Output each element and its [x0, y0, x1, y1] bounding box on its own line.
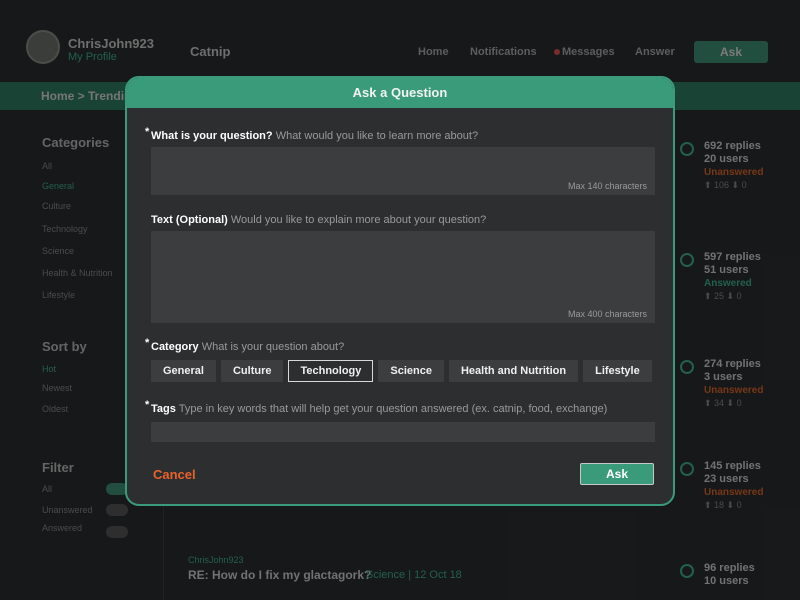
ask-submit-button[interactable]: Ask — [580, 463, 654, 485]
category-selector: General Culture Technology Science Healt… — [151, 360, 652, 382]
tags-label-title: Tags — [151, 403, 176, 415]
category-label: Category What is your question about? — [151, 341, 344, 353]
ask-question-dialog: Ask a Question * What is your question? … — [125, 76, 675, 506]
text-char-limit: Max 400 characters — [567, 309, 647, 319]
required-marker: * — [145, 399, 150, 411]
category-lifestyle-button[interactable]: Lifestyle — [583, 360, 652, 382]
text-input[interactable]: Max 400 characters — [151, 231, 655, 323]
text-label: Text (Optional) Would you like to explai… — [151, 214, 486, 226]
required-marker: * — [145, 337, 150, 349]
category-culture-button[interactable]: Culture — [220, 360, 284, 382]
question-label: What is your question? What would you li… — [151, 130, 478, 142]
category-label-title: Category — [151, 341, 199, 353]
text-label-title: Text (Optional) — [151, 214, 228, 226]
dialog-title: Ask a Question — [127, 78, 673, 108]
question-label-title: What is your question? — [151, 130, 273, 142]
text-label-hint: Would you like to explain more about you… — [230, 214, 487, 226]
question-input[interactable]: Max 140 characters — [151, 147, 655, 195]
category-technology-button[interactable]: Technology — [288, 360, 374, 382]
cancel-button[interactable]: Cancel — [153, 467, 196, 482]
required-marker: * — [145, 126, 150, 138]
category-health-button[interactable]: Health and Nutrition — [448, 360, 579, 382]
tags-label-hint: Type in key words that will help get you… — [178, 403, 608, 415]
tags-input[interactable] — [151, 422, 655, 442]
category-general-button[interactable]: General — [151, 360, 216, 382]
tags-label: Tags Type in key words that will help ge… — [151, 403, 607, 415]
category-science-button[interactable]: Science — [378, 360, 444, 382]
question-char-limit: Max 140 characters — [567, 181, 647, 191]
category-label-hint: What is your question about? — [201, 341, 345, 353]
question-label-hint: What would you like to learn more about? — [275, 130, 479, 142]
